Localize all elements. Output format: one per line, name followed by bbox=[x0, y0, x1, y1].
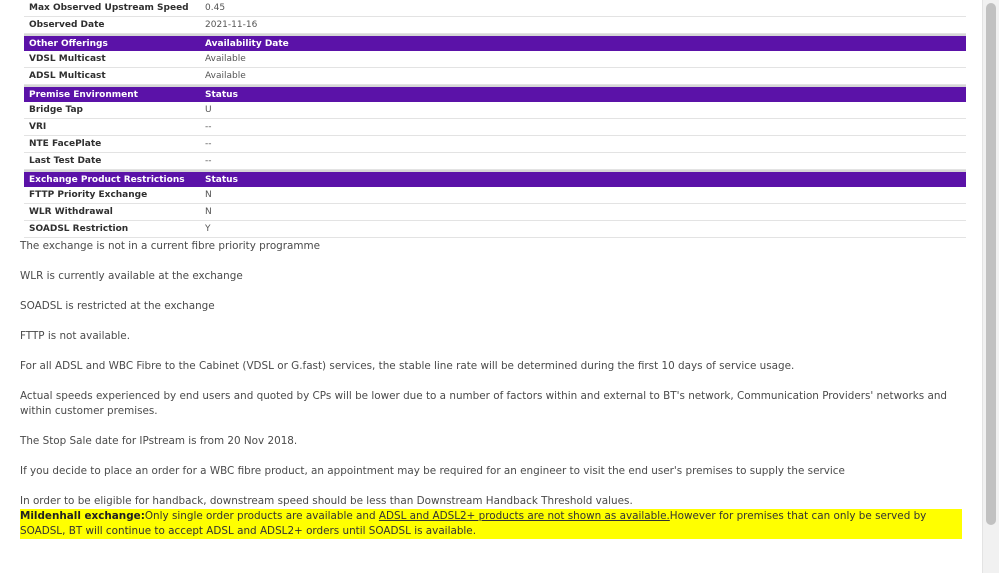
note-appointment: If you decide to place an order for a WB… bbox=[20, 465, 845, 477]
table-row: NTE FacePlate -- bbox=[24, 135, 966, 153]
line-characteristics-table: Max Observed Upstream Speed 0.45 Observe… bbox=[24, 0, 966, 238]
row-value: -- bbox=[200, 152, 966, 170]
row-label: Last Test Date bbox=[24, 152, 200, 170]
table-row: ADSL Multicast Available bbox=[24, 67, 966, 85]
scrollbar-thumb[interactable] bbox=[986, 3, 996, 525]
note-fibre-priority: The exchange is not in a current fibre p… bbox=[20, 240, 321, 252]
table-row: VRI -- bbox=[24, 118, 966, 136]
row-label: FTTP Priority Exchange bbox=[24, 187, 200, 204]
row-value: -- bbox=[200, 118, 966, 136]
table-row: Last Test Date -- bbox=[24, 152, 966, 170]
exchange-notes: The exchange is not in a current fibre p… bbox=[20, 239, 962, 539]
table-row: Max Observed Upstream Speed 0.45 bbox=[24, 0, 966, 17]
table-row: Observed Date 2021-11-16 bbox=[24, 16, 966, 34]
section-header-other-offerings: Other Offerings Availability Date bbox=[24, 36, 966, 51]
notice-text-1: Only single order products are available… bbox=[144, 510, 379, 522]
notice-underlined: ADSL and ADSL2+ products are not shown a… bbox=[378, 510, 670, 522]
table-row: SOADSL Restriction Y bbox=[24, 220, 966, 238]
row-value: U bbox=[200, 102, 966, 119]
row-label: SOADSL Restriction bbox=[24, 220, 200, 238]
row-label: Max Observed Upstream Speed bbox=[24, 0, 200, 17]
table-row: VDSL Multicast Available bbox=[24, 51, 966, 68]
header-col-2: Status bbox=[200, 172, 966, 187]
notice-title: Mildenhall exchange: bbox=[20, 510, 145, 522]
row-value: N bbox=[200, 187, 966, 204]
note-fttp: FTTP is not available. bbox=[20, 330, 130, 342]
note-soadsl: SOADSL is restricted at the exchange bbox=[20, 300, 215, 312]
header-col-2: Availability Date bbox=[200, 36, 966, 51]
row-value: 2021-11-16 bbox=[200, 16, 966, 34]
row-label: VDSL Multicast bbox=[24, 51, 200, 68]
row-label: VRI bbox=[24, 118, 200, 136]
row-value: Available bbox=[200, 51, 966, 68]
note-stop-sale: The Stop Sale date for IPstream is from … bbox=[20, 435, 298, 447]
row-value: N bbox=[200, 203, 966, 221]
header-col-1: Premise Environment bbox=[24, 87, 200, 102]
row-label: WLR Withdrawal bbox=[24, 203, 200, 221]
row-value: -- bbox=[200, 135, 966, 153]
table-row: WLR Withdrawal N bbox=[24, 203, 966, 221]
table-row: FTTP Priority Exchange N bbox=[24, 187, 966, 204]
line-characteristics-table-wrap: Max Observed Upstream Speed 0.45 Observe… bbox=[24, 0, 966, 238]
note-actual-speeds: Actual speeds experienced by end users a… bbox=[20, 390, 948, 417]
row-label: Bridge Tap bbox=[24, 102, 200, 119]
row-value: Available bbox=[200, 67, 966, 85]
mildenhall-exchange-notice: Mildenhall exchange:Only single order pr… bbox=[20, 509, 962, 539]
row-label: ADSL Multicast bbox=[24, 67, 200, 85]
header-col-1: Other Offerings bbox=[24, 36, 200, 51]
note-stable-line-rate: For all ADSL and WBC Fibre to the Cabine… bbox=[20, 360, 795, 372]
header-col-1: Exchange Product Restrictions bbox=[24, 172, 200, 187]
row-label: Observed Date bbox=[24, 16, 200, 34]
table-row: Bridge Tap U bbox=[24, 102, 966, 119]
table-body: Max Observed Upstream Speed 0.45 Observe… bbox=[24, 0, 966, 238]
row-label: NTE FacePlate bbox=[24, 135, 200, 153]
page-content: Max Observed Upstream Speed 0.45 Observe… bbox=[0, 0, 983, 539]
note-handback: In order to be eligible for handback, do… bbox=[20, 495, 633, 507]
note-wlr: WLR is currently available at the exchan… bbox=[20, 270, 243, 282]
row-value: 0.45 bbox=[200, 0, 966, 17]
header-col-2: Status bbox=[200, 87, 966, 102]
section-header-exchange-product-restrictions: Exchange Product Restrictions Status bbox=[24, 172, 966, 187]
vertical-scrollbar[interactable] bbox=[982, 0, 999, 573]
section-header-premise-environment: Premise Environment Status bbox=[24, 87, 966, 102]
row-value: Y bbox=[200, 220, 966, 238]
